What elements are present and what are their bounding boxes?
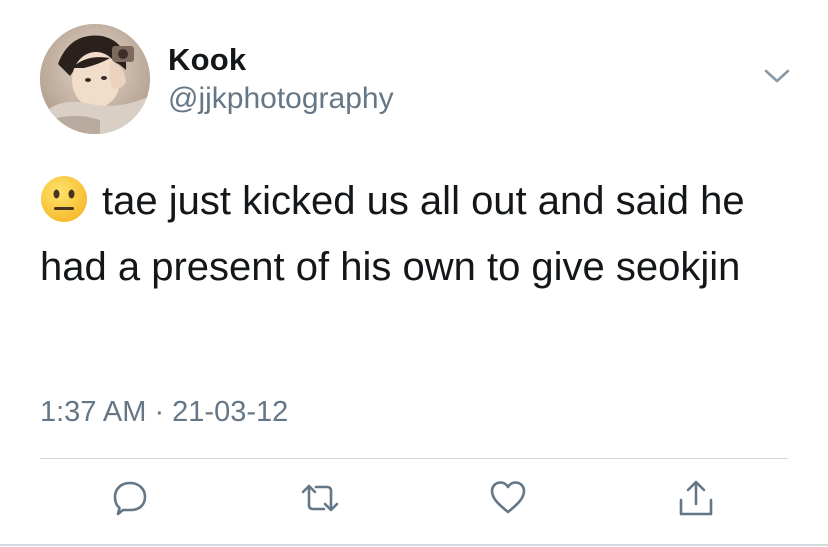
tweet-timestamp[interactable]: 1:37 AM · 21-03-12 <box>40 396 288 429</box>
avatar[interactable] <box>40 24 150 134</box>
heart-icon <box>488 478 528 523</box>
reply-button[interactable] <box>108 478 152 522</box>
like-button[interactable] <box>486 478 530 522</box>
tweet-text-container: tae just kicked us all out and said he h… <box>40 168 790 300</box>
action-bar <box>0 478 828 528</box>
tweet-text: tae just kicked us all out and said he h… <box>40 179 745 289</box>
divider <box>40 458 788 459</box>
share-upload-icon <box>676 478 716 523</box>
retweet-arrows-icon <box>298 478 342 523</box>
bottom-divider <box>0 544 828 546</box>
chevron-down-icon[interactable] <box>762 64 792 88</box>
tweet-card: Kook @jjkphotography tae just kicked us … <box>0 0 828 547</box>
display-name[interactable]: Kook <box>168 42 246 78</box>
speech-bubble-icon <box>110 478 150 523</box>
share-button[interactable] <box>674 478 718 522</box>
retweet-button[interactable] <box>298 478 342 522</box>
user-handle[interactable]: @jjkphotography <box>168 82 394 116</box>
neutral-face-icon <box>40 175 88 223</box>
